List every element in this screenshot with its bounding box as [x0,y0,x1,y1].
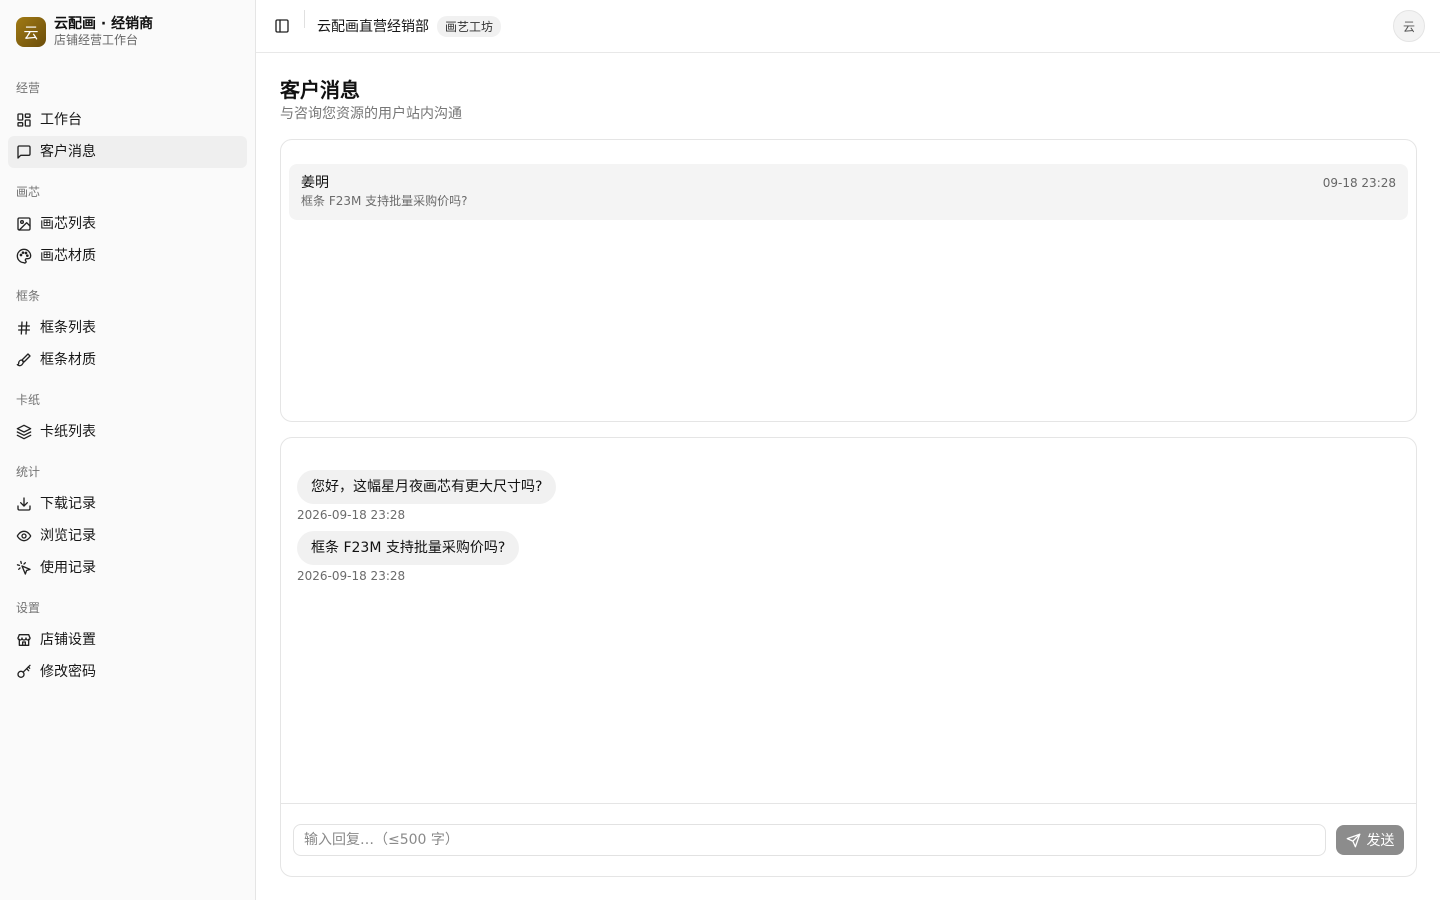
sidebar: 云 云配画 · 经销商 店铺经营工作台 经营 工作台 客户消息 画芯 画芯列表 [0,0,256,900]
sidebar-item-label: 卡纸列表 [40,424,96,440]
page-title: 客户消息 [280,78,360,102]
sidebar-item-change-password[interactable]: 修改密码 [8,656,247,688]
eye-icon [16,530,32,542]
sidebar-item-dashboard[interactable]: 工作台 [8,104,247,136]
sidebar-item-painting-material[interactable]: 画芯材质 [8,240,247,272]
send-button[interactable]: 发送 [1336,825,1404,855]
sidebar-item-label: 客户消息 [40,144,96,160]
message-item: 框条 F23M 支持批量采购价吗? 2026-09-18 23:28 [297,531,1400,584]
conversation-list: 姜明 框条 F23M 支持批量采购价吗? 09-18 23:28 [280,139,1417,422]
main-area: 云配画直营经销部 画艺工坊 云 客户消息 与咨询您资源的用户站内沟通 姜明 框条… [256,0,1440,900]
sidebar-item-frame-list[interactable]: 框条列表 [8,312,247,344]
sidebar-item-label: 工作台 [40,112,82,128]
sidebar-item-usage[interactable]: 使用记录 [8,552,247,584]
message-time: 2026-09-18 23:28 [297,508,406,522]
conversation-preview: 框条 F23M 支持批量采购价吗? [301,194,468,208]
nav-group-settings: 设置 店铺设置 修改密码 [0,592,255,688]
topbar: 云配画直营经销部 画艺工坊 云 [256,0,1440,53]
nav-group-mat: 卡纸 卡纸列表 [0,384,255,448]
group-label: 设置 [16,601,41,615]
chat-panel: 您好，这幅星月夜画芯有更大尺寸吗? 2026-09-18 23:28 框条 F2… [280,437,1417,877]
sidebar-item-downloads[interactable]: 下载记录 [8,488,247,520]
message-item: 您好，这幅星月夜画芯有更大尺寸吗? 2026-09-18 23:28 [297,470,1400,523]
chat-messages: 您好，这幅星月夜画芯有更大尺寸吗? 2026-09-18 23:28 框条 F2… [281,438,1416,803]
download-icon [17,497,31,511]
message-time: 2026-09-18 23:28 [297,569,406,583]
avatar[interactable]: 云 [1393,10,1425,42]
palette-icon [16,248,32,264]
sidebar-item-label: 修改密码 [40,664,96,680]
divider [304,10,305,28]
group-label: 统计 [16,465,41,479]
dashboard-icon [17,113,31,127]
sidebar-item-label: 画芯列表 [40,216,96,232]
nav-group-painting: 画芯 画芯列表 画芯材质 [0,176,255,272]
sidebar-toggle-icon [275,19,289,33]
conversation-name: 姜明 [301,175,329,191]
sidebar-item-frame-material[interactable]: 框条材质 [8,344,247,376]
brand: 云 云配画 · 经销商 店铺经营工作台 [0,0,255,64]
store-icon [17,634,31,646]
sidebar-item-label: 使用记录 [40,560,96,576]
message-bubble: 您好，这幅星月夜画芯有更大尺寸吗? [297,470,557,504]
brush-icon [16,353,31,367]
layers-icon [16,424,32,440]
sidebar-item-messages[interactable]: 客户消息 [8,136,247,168]
send-icon [1346,833,1360,847]
shop-tag-badge: 画艺工坊 [437,15,502,37]
hash-icon [18,321,30,335]
sidebar-item-label: 框条材质 [40,352,96,368]
brand-subtitle: 店铺经营工作台 [54,33,139,47]
key-icon [17,664,31,678]
nav-group-stats: 统计 下载记录 浏览记录 使用记录 [0,456,255,584]
group-label: 画芯 [16,185,41,199]
nav-group-operation: 经营 工作台 客户消息 [0,72,255,168]
reply-input[interactable] [293,824,1326,856]
brand-name: 云配画 · 经销商 [54,16,154,32]
conversation-item[interactable]: 姜明 框条 F23M 支持批量采购价吗? 09-18 23:28 [289,164,1408,220]
shop-name: 云配画直营经销部 [317,19,429,35]
sidebar-item-label: 框条列表 [40,320,96,336]
image-icon [17,217,31,231]
message-icon [17,145,31,159]
content: 客户消息 与咨询您资源的用户站内沟通 姜明 框条 F23M 支持批量采购价吗? … [256,53,1440,877]
group-label: 经营 [16,81,41,95]
send-label: 发送 [1366,833,1395,849]
group-label: 框条 [16,289,41,303]
brand-logo: 云 [16,17,46,47]
nav-group-frame: 框条 框条列表 框条材质 [0,280,255,376]
sidebar-item-store-settings[interactable]: 店铺设置 [8,624,247,656]
conversation-time: 09-18 23:28 [1322,176,1396,190]
sidebar-item-painting-list[interactable]: 画芯列表 [8,208,247,240]
sidebar-item-views[interactable]: 浏览记录 [8,520,247,552]
sidebar-toggle-button[interactable] [268,12,296,40]
sidebar-item-label: 浏览记录 [40,528,96,544]
reply-bar: 发送 [281,803,1416,876]
pointer-icon [16,560,31,575]
sidebar-item-label: 下载记录 [40,496,96,512]
message-bubble: 框条 F23M 支持批量采购价吗? [297,531,520,565]
group-label: 卡纸 [16,393,41,407]
page-subtitle: 与咨询您资源的用户站内沟通 [280,106,462,122]
sidebar-item-label: 店铺设置 [40,632,96,648]
sidebar-item-mat-list[interactable]: 卡纸列表 [8,416,247,448]
sidebar-item-label: 画芯材质 [40,248,96,264]
